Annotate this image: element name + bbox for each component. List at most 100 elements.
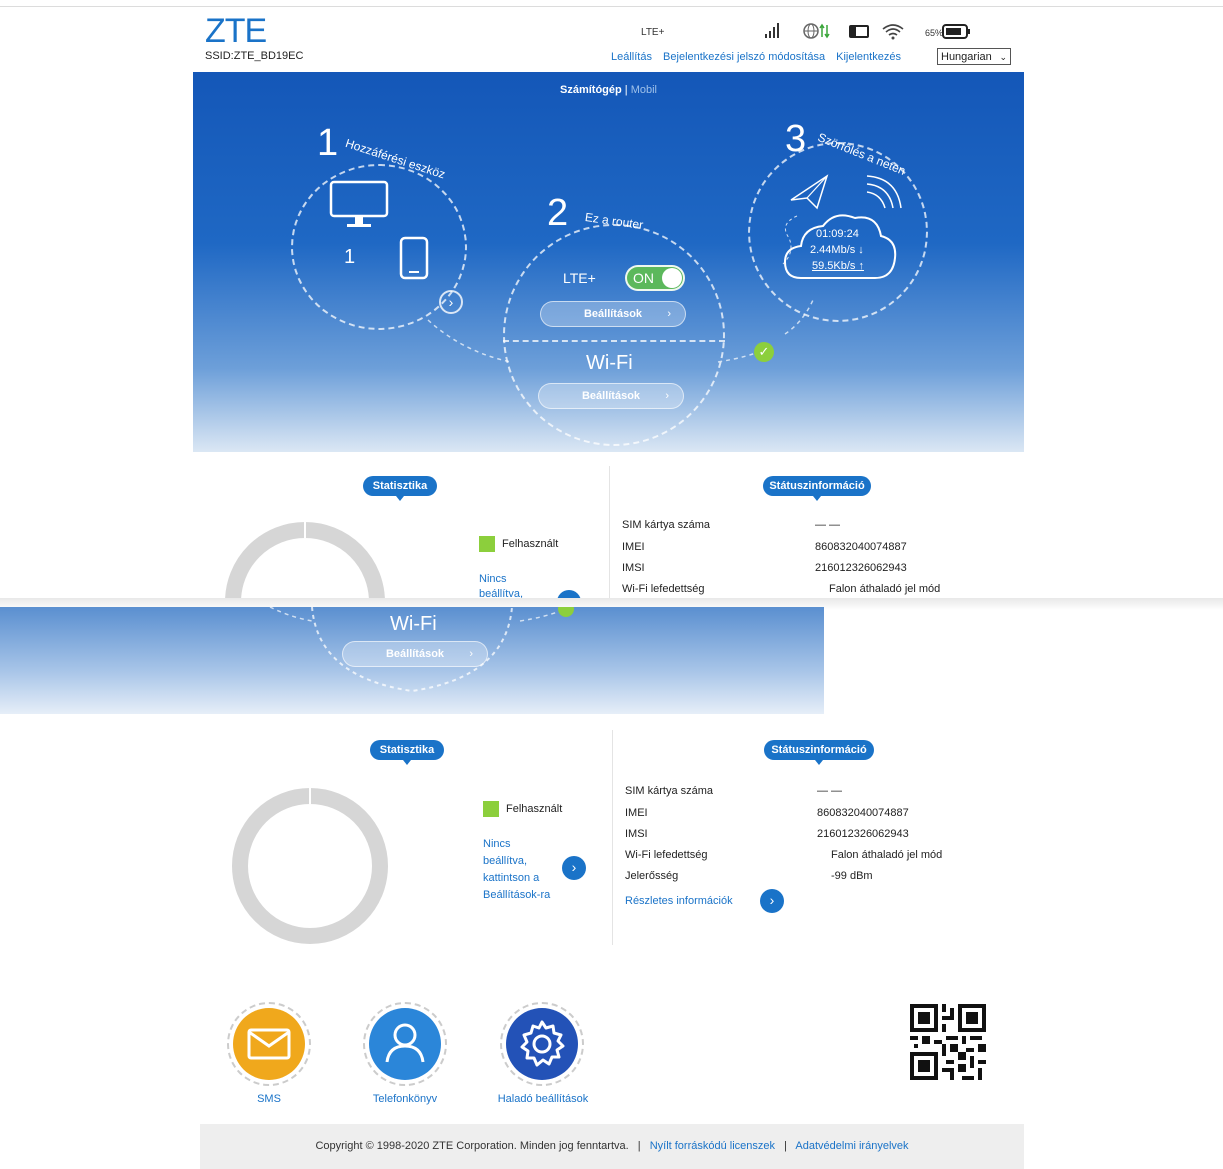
connected-check-icon: ✓: [754, 342, 774, 362]
info-value: Falon áthaladó jel mód: [829, 583, 941, 595]
toggle-on-label: ON: [633, 270, 654, 286]
footer: Copyright © 1998-2020 ZTE Corporation. M…: [200, 1124, 1024, 1169]
window-top-border: [0, 6, 1223, 7]
info-value: 216012326062943: [817, 828, 909, 840]
language-value: Hungarian: [941, 51, 992, 63]
step1-number: 1: [317, 122, 339, 164]
wifi-label: Wi-Fi: [390, 613, 437, 635]
download-speed: 2.44Mb/s ↓: [810, 244, 864, 256]
advanced-settings-app-button[interactable]: [500, 1002, 584, 1086]
stats-arrow-button[interactable]: ›: [562, 856, 586, 880]
footer-separator: |: [784, 1140, 787, 1152]
envelope-icon: [247, 1028, 291, 1060]
info-label: Wi-Fi lefedettség: [625, 849, 708, 861]
lte-settings-label: Beállítások: [583, 308, 643, 320]
not-set-line: Nincs: [483, 838, 511, 850]
zte-logo: ZTE: [205, 12, 267, 50]
stats-arrow-button[interactable]: ›: [557, 590, 581, 598]
change-password-link[interactable]: Bejelentkezési jelszó módosítása: [663, 51, 825, 63]
phonebook-app-button[interactable]: [363, 1002, 447, 1086]
router-divider: [503, 340, 725, 342]
info-label: IMSI: [625, 828, 648, 840]
step3-number: 3: [785, 118, 807, 160]
not-set-link[interactable]: Nincs beállítva, kattintson a Beállításo…: [483, 836, 550, 904]
info-label: Jelerősség: [625, 870, 679, 882]
chevron-down-icon: ⌄: [999, 52, 1007, 62]
language-select[interactable]: Hungarian ⌄: [937, 48, 1011, 65]
advanced-settings-app-label[interactable]: Haladó beállítások: [486, 1093, 600, 1105]
info-value: — —: [815, 519, 841, 531]
phone-icon: [399, 236, 429, 280]
header-links: Leállítás Bejelentkezési jelszó módosítá…: [611, 51, 909, 63]
not-set-line: beállítva,: [479, 588, 524, 598]
network-type: LTE+: [641, 27, 665, 38]
upload-speed: 59.5Kb/s ↑: [812, 260, 864, 272]
lte-toggle[interactable]: ON: [625, 265, 685, 291]
section-divider: [609, 466, 610, 598]
monitor-icon: [329, 180, 389, 227]
status-banner: Számítógép | Mobil 1 Hozzáférési eszköz …: [193, 72, 1024, 452]
statistics-title: Statisztika: [370, 740, 444, 765]
footer-separator: |: [637, 1140, 641, 1152]
phonebook-app-circle: [369, 1008, 441, 1080]
person-icon: [385, 1023, 425, 1063]
wifi-label: Wi-Fi: [586, 352, 633, 374]
battery-icon: [942, 24, 970, 39]
wifi-settings-button[interactable]: Beállítások ›: [538, 383, 684, 409]
sim-card-icon: [849, 25, 869, 38]
chevron-right-icon: ›: [665, 390, 669, 402]
wifi-settings-label: Beállítások: [581, 390, 641, 402]
screen-top: ZTE SSID:ZTE_BD19EC LTE+ 65% Leállítás B…: [193, 8, 1024, 598]
sms-app-label[interactable]: SMS: [227, 1093, 311, 1105]
sms-app-button[interactable]: [227, 1002, 311, 1086]
signal-waves-icon: [866, 175, 902, 209]
info-label: IMSI: [622, 562, 645, 574]
wifi-settings-button[interactable]: Beállítások ›: [342, 641, 488, 667]
usage-donut-chart: [232, 788, 388, 944]
logout-link[interactable]: Kijelentkezés: [836, 51, 901, 63]
used-legend-swatch: [483, 801, 499, 817]
not-set-link[interactable]: Nincs beállítva,: [479, 572, 523, 598]
info-value: Falon áthaladó jel mód: [831, 849, 943, 861]
wifi-settings-label: Beállítások: [385, 648, 445, 660]
signal-bars-icon: [765, 23, 779, 38]
open-source-license-link[interactable]: Nyílt forráskódú licenszek: [650, 1140, 775, 1152]
info-label: IMEI: [622, 541, 645, 553]
phonebook-app-label[interactable]: Telefonkönyv: [355, 1093, 455, 1105]
status-title: Státuszinformáció: [763, 476, 871, 501]
info-label: IMEI: [625, 807, 648, 819]
battery-percent: 65%: [925, 28, 943, 38]
details-arrow-button[interactable]: ›: [760, 889, 784, 913]
used-legend-label: Felhasznált: [502, 538, 559, 550]
info-value: 216012326062943: [815, 562, 907, 574]
info-label: SIM kártya száma: [622, 519, 711, 531]
device-count: 1: [344, 246, 356, 268]
lte-settings-button[interactable]: Beállítások ›: [540, 301, 686, 327]
not-set-line: Nincs: [479, 573, 507, 585]
toggle-knob: [662, 268, 682, 288]
shutdown-link[interactable]: Leállítás: [611, 51, 652, 63]
connection-time: 01:09:24: [816, 228, 859, 240]
info-value: 860832040074887: [815, 541, 907, 553]
statistics-title: Statisztika: [363, 476, 437, 501]
details-link[interactable]: Részletes információk: [625, 895, 733, 907]
paper-plane-icon: [790, 174, 829, 210]
chevron-right-icon: ›: [469, 648, 473, 660]
chevron-right-icon: ›: [667, 308, 671, 320]
not-set-line: kattintson a: [483, 872, 540, 884]
privacy-policy-link[interactable]: Adatvédelmi irányelvek: [795, 1140, 908, 1152]
usage-donut-chart: [225, 522, 385, 598]
info-label: Wi-Fi lefedettség: [622, 583, 705, 595]
copyright-text: Copyright © 1998-2020 ZTE Corporation. M…: [315, 1140, 629, 1152]
wifi-icon: [882, 24, 904, 40]
used-legend-swatch: [479, 536, 495, 552]
router-circle: [503, 224, 725, 446]
devices-arrow-button[interactable]: ›: [439, 290, 463, 314]
status-title: Státuszinformáció: [764, 740, 874, 765]
qr-code: [910, 1004, 986, 1080]
gear-icon: [520, 1020, 565, 1067]
globe-data-icon: [803, 23, 830, 39]
status-banner-lower: Wi-Fi Beállítások ›: [0, 607, 824, 714]
sms-app-circle: [233, 1008, 305, 1080]
info-value: — —: [817, 785, 843, 797]
